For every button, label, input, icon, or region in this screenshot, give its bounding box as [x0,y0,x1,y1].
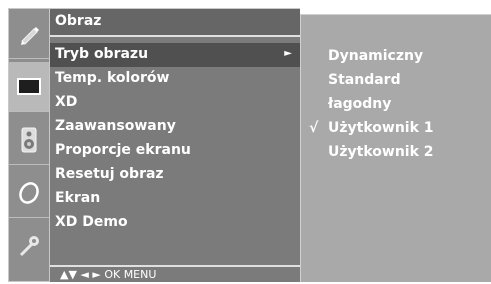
submenu-item-label: Dynamiczny [328,48,424,64]
submenu-item-user-1[interactable]: √ Użytkownik 1 [301,117,491,141]
menu-list: Tryb obrazu ► Temp. kolorów XD Zaawansow… [50,43,300,235]
navigation-hint: ▲▼ ◄ ► OK MENU [50,265,300,283]
submenu-item-label: Użytkownik 1 [328,120,434,136]
category-setup[interactable] [9,9,49,59]
category-time[interactable] [9,168,49,218]
menu-item-advanced[interactable]: Zaawansowany [50,115,300,139]
menu-item-label: Proporcje ekranu [55,142,191,158]
check-icon: √ [309,120,319,136]
menu-item-xd[interactable]: XD [50,91,300,115]
menu-item-label: Zaawansowany [55,118,176,134]
speaker-icon [20,127,38,153]
clock-icon [16,180,42,206]
menu-item-xd-demo[interactable]: XD Demo [50,211,300,235]
picture-mode-submenu: Dynamiczny Standard łagodny √ Użytkownik… [300,14,491,282]
submenu-list: Dynamiczny Standard łagodny √ Użytkownik… [301,45,491,165]
submenu-item-dynamic[interactable]: Dynamiczny [301,45,491,69]
submenu-item-mild[interactable]: łagodny [301,93,491,117]
menu-item-label: Ekran [55,190,101,206]
submenu-item-standard[interactable]: Standard [301,69,491,93]
pencil-icon [16,21,42,47]
submenu-item-user-2[interactable]: Użytkownik 2 [301,141,491,165]
menu-item-picture-reset[interactable]: Resetuj obraz [50,163,300,187]
menu-item-picture-mode[interactable]: Tryb obrazu ► [50,43,300,67]
submenu-item-label: Użytkownik 2 [328,144,434,160]
key-icon [16,233,42,259]
menu-item-label: XD [55,94,78,110]
submenu-arrow-icon: ► [284,48,292,59]
menu-item-aspect-ratio[interactable]: Proporcje ekranu [50,139,300,163]
menu-item-screen[interactable]: Ekran [50,187,300,211]
category-icon-column [8,8,50,282]
monitor-icon [17,77,41,97]
submenu-item-label: Standard [328,72,401,88]
category-picture[interactable] [9,62,49,112]
category-sound[interactable] [9,115,49,165]
menu-title: Obraz [50,9,300,37]
submenu-item-label: łagodny [328,96,392,112]
category-lock[interactable] [9,221,49,271]
tv-osd-menu: Obraz Tryb obrazu ► Temp. kolorów XD Zaa… [0,0,491,284]
menu-item-color-temp[interactable]: Temp. kolorów [50,67,300,91]
menu-item-label: XD Demo [55,214,128,230]
menu-item-label: Tryb obrazu [55,46,149,62]
picture-menu-panel: Obraz Tryb obrazu ► Temp. kolorów XD Zaa… [50,8,300,282]
menu-item-label: Resetuj obraz [55,166,164,182]
menu-item-label: Temp. kolorów [55,70,170,86]
